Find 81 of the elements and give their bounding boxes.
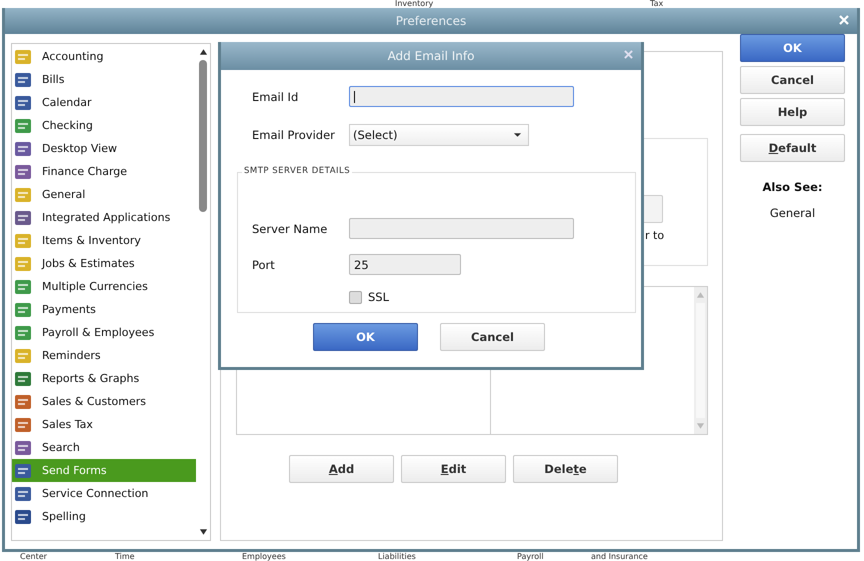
background-text: Liabilities <box>378 553 416 561</box>
category-item[interactable]: Search <box>12 436 196 459</box>
category-item[interactable]: Reminders <box>12 344 196 367</box>
dialog-button[interactable]: OK <box>740 34 845 62</box>
category-item[interactable]: Items & Inventory <box>12 229 196 252</box>
category-icon <box>14 300 32 318</box>
dialog-button[interactable]: Default <box>740 134 845 162</box>
category-item[interactable]: Payroll & Employees <box>12 321 196 344</box>
field-label: Email Id <box>251 90 300 104</box>
background-text: Time <box>115 553 135 561</box>
window-title: Preferences <box>396 14 466 28</box>
category-icon <box>14 416 32 434</box>
text-cursor <box>354 90 355 102</box>
category-icon <box>14 370 32 388</box>
category-item[interactable]: Send Forms <box>12 459 196 482</box>
category-icon <box>14 462 32 480</box>
category-item[interactable]: Bills <box>12 68 196 91</box>
email-id-field[interactable] <box>349 86 574 107</box>
category-icon <box>14 140 32 158</box>
checkbox-label: SSL <box>368 290 390 304</box>
category-icon <box>14 94 32 112</box>
also-see-link[interactable]: General <box>770 206 816 220</box>
dialog-title: Add Email Info <box>388 49 474 63</box>
category-item[interactable]: Desktop View <box>12 137 196 160</box>
server-name-field[interactable] <box>349 218 574 239</box>
dialog-button[interactable]: OK <box>313 323 418 351</box>
partial-text: r to <box>645 229 664 242</box>
port-field[interactable]: 25 <box>349 254 461 275</box>
background-text: Center <box>20 553 47 561</box>
category-icon <box>14 232 32 250</box>
category-item[interactable]: Payments <box>12 298 196 321</box>
category-item[interactable]: Service Connection <box>12 482 196 505</box>
category-icon <box>14 116 32 134</box>
scroll-up-icon[interactable] <box>198 48 208 56</box>
background-text: Payroll <box>517 553 544 561</box>
category-icon <box>14 278 32 296</box>
list-action-button[interactable]: Add <box>289 455 394 483</box>
category-icon <box>14 346 32 364</box>
dialog-button[interactable]: Cancel <box>740 66 845 94</box>
also-see-heading: Also See: <box>762 180 823 194</box>
category-item[interactable]: Calendar <box>12 91 196 114</box>
category-icon <box>14 392 32 410</box>
category-item[interactable]: Sales & Customers <box>12 390 196 413</box>
background-text: Tax <box>650 0 664 8</box>
category-icon <box>14 162 32 180</box>
dialog-button[interactable]: Cancel <box>440 323 545 351</box>
category-icon <box>14 254 32 272</box>
field-label: Server Name <box>251 222 328 236</box>
group-title: SMTP SERVER DETAILS <box>242 166 352 176</box>
category-item[interactable]: Multiple Currencies <box>12 275 196 298</box>
ssl-checkbox[interactable] <box>349 290 362 304</box>
field-label: Email Provider <box>251 128 336 142</box>
category-item[interactable]: Reports & Graphs <box>12 367 196 390</box>
category-item[interactable]: General <box>12 183 196 206</box>
list-action-button[interactable]: Edit <box>401 455 506 483</box>
caret-icon <box>513 132 522 138</box>
dialog-button[interactable]: Help <box>740 98 845 126</box>
scroll-thumb[interactable] <box>199 60 207 212</box>
category-item[interactable]: Integrated Applications <box>12 206 196 229</box>
category-icon <box>14 508 32 526</box>
category-icon <box>14 186 32 204</box>
category-item[interactable]: Checking <box>12 114 196 137</box>
category-item[interactable]: Accounting <box>12 45 196 68</box>
category-icon <box>14 208 32 226</box>
background-text: Employees <box>242 553 286 561</box>
category-item[interactable]: Finance Charge <box>12 160 196 183</box>
list-action-button[interactable]: Delete <box>513 455 618 483</box>
category-icon <box>14 70 32 88</box>
close-icon[interactable] <box>624 50 633 59</box>
category-item[interactable]: Jobs & Estimates <box>12 252 196 275</box>
email-provider-dropdown[interactable]: (Select) <box>349 124 529 146</box>
background-text: and Insurance <box>591 553 648 561</box>
category-icon <box>14 438 32 456</box>
category-icon <box>14 48 32 66</box>
category-item[interactable]: Spelling <box>12 505 196 528</box>
category-item[interactable]: Sales Tax <box>12 413 196 436</box>
background-text: Inventory <box>395 0 434 8</box>
field-label: Port <box>251 258 276 272</box>
category-icon <box>14 324 32 342</box>
category-icon <box>14 484 32 502</box>
scroll-down-icon[interactable] <box>198 528 208 536</box>
